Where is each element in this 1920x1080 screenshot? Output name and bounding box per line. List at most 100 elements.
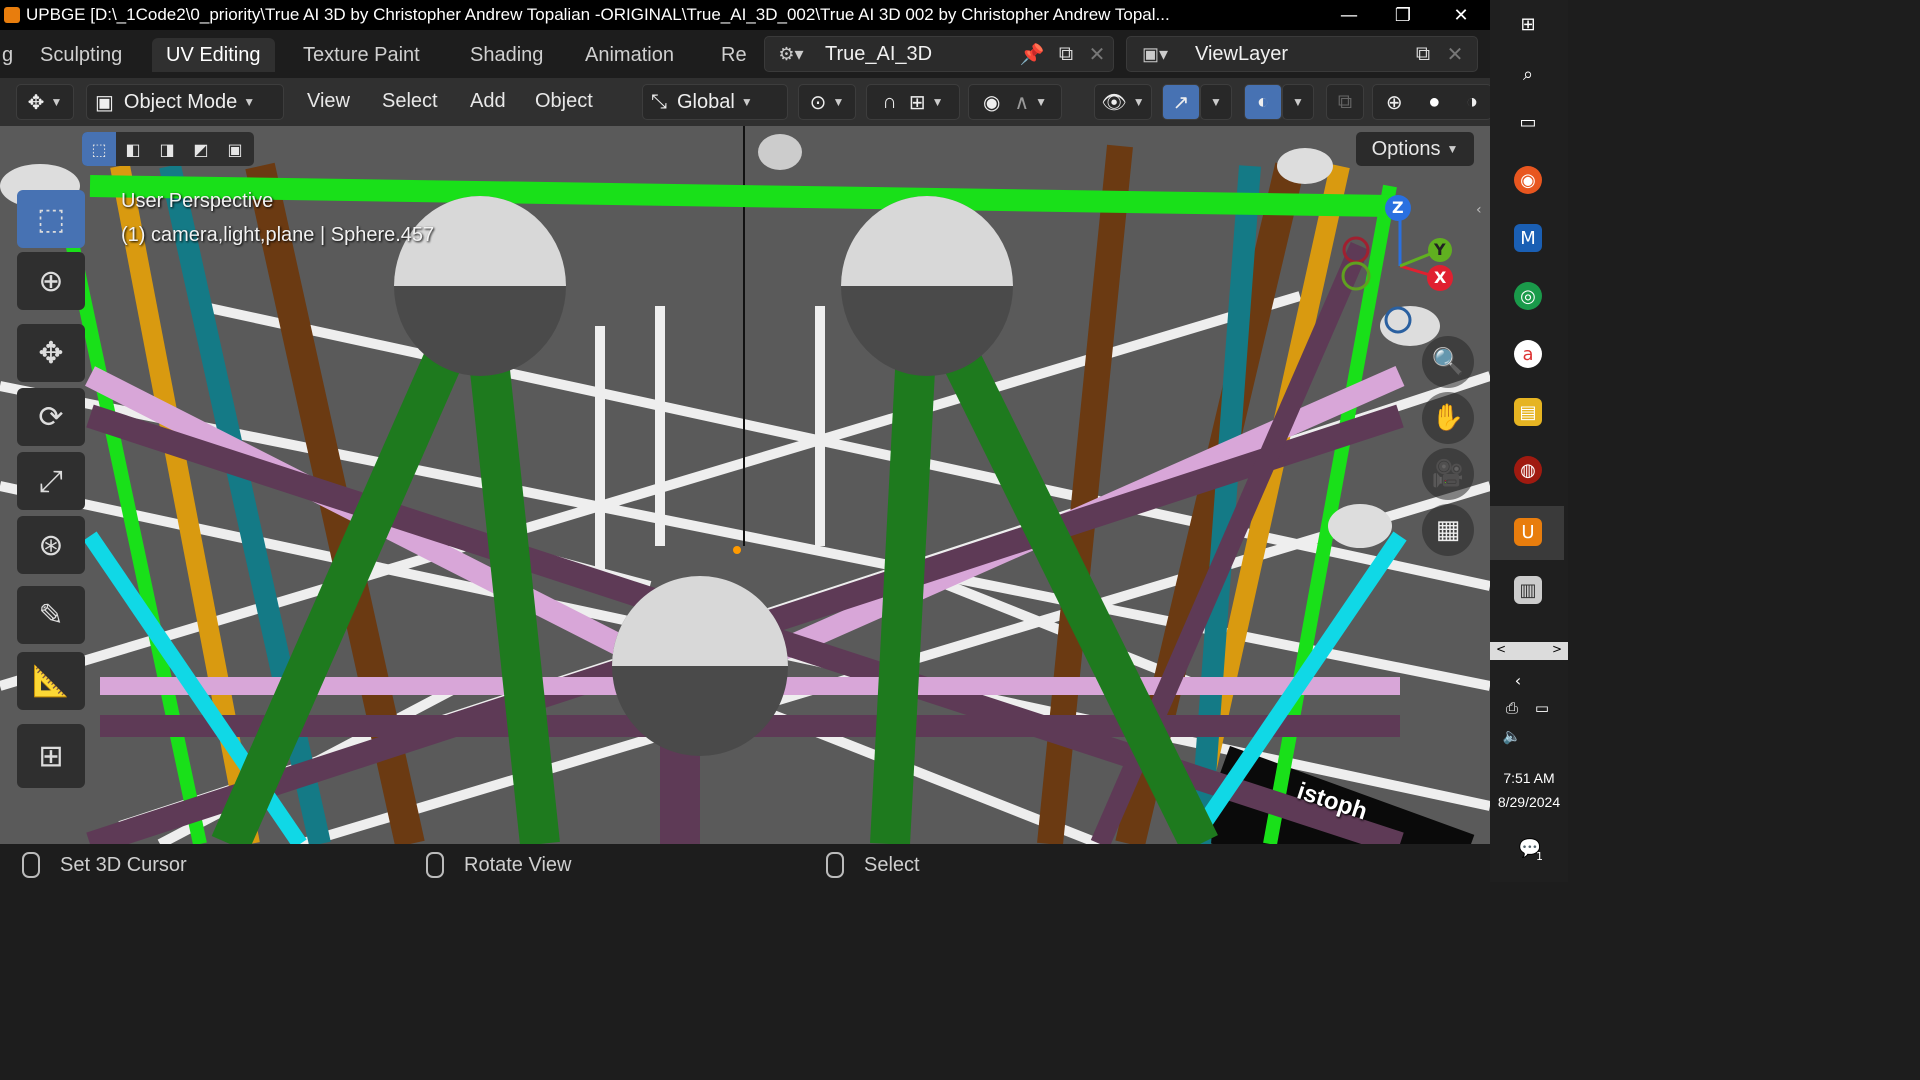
proportional-edit-dropdown[interactable]: ◉ ∧ ▼ (968, 84, 1062, 120)
viewlayer-icon: ▣▾ (1141, 43, 1169, 64)
move-tool[interactable]: ✥ (17, 324, 85, 382)
browser-icon[interactable]: ◎ (1514, 282, 1542, 310)
windows-start-icon[interactable]: ⊞ (1514, 10, 1542, 38)
xray-icon: ⧉ (1337, 90, 1353, 113)
crosshair-icon: ⊕ (38, 263, 64, 299)
shading-modes: ⊕ ● ◑ (1372, 84, 1492, 120)
tab-texture-paint[interactable]: Texture Paint (289, 38, 434, 72)
snap-dropdown[interactable]: ∩ ⊞ ▼ (866, 84, 960, 120)
close-button[interactable]: ✕ (1438, 0, 1484, 30)
gizmo-dropdown[interactable]: ▼ (1200, 84, 1232, 120)
chevron-down-icon: ▼ (1132, 95, 1145, 109)
menu-view[interactable]: View (299, 84, 358, 118)
taskbar-scrollbar[interactable]: < > (1490, 642, 1568, 660)
clock-date[interactable]: 8/29/2024 (1490, 794, 1568, 810)
axis-z-label: Z (1392, 198, 1404, 217)
monitor-app-icon[interactable]: ▥ (1514, 576, 1542, 604)
select-extend-icon[interactable]: ◧ (116, 132, 150, 166)
wireframe-shading-icon[interactable]: ⊕ (1386, 90, 1403, 115)
game-app-icon[interactable]: ◍ (1514, 456, 1542, 484)
orientation-dropdown[interactable]: ⤡ Global ▼ (642, 84, 788, 120)
viewlayer-selector[interactable]: ▣▾ ViewLayer ⧉ ✕ (1126, 36, 1478, 72)
falloff-icon: ∧ (1014, 91, 1030, 114)
axis-y-label: Y (1434, 240, 1446, 259)
viewlayer-name[interactable]: ViewLayer (1195, 43, 1405, 66)
options-dropdown[interactable]: Options ▼ (1356, 132, 1474, 166)
transform-tool[interactable]: ⊛ (17, 516, 85, 574)
delete-scene-icon[interactable]: ✕ (1083, 42, 1111, 67)
select-new-icon[interactable]: ⬚ (82, 132, 116, 166)
pencil-icon: ✎ (38, 597, 64, 633)
pivot-icon: ⊙ (809, 91, 827, 114)
rotate-tool[interactable]: ⟳ (17, 388, 85, 446)
scroll-left-icon[interactable]: < (1496, 642, 1506, 660)
toggle-ortho-button[interactable]: ▦ (1422, 504, 1474, 556)
slides-icon[interactable]: ▤ (1514, 398, 1542, 426)
tab-animation[interactable]: Animation (571, 38, 688, 72)
visibility-dropdown[interactable]: 👁 ▼ (1094, 84, 1152, 120)
search-icon[interactable]: ⌕ (1514, 60, 1542, 88)
gizmo-toggle[interactable]: ↗ (1162, 84, 1200, 120)
material-shading-icon[interactable]: ◑ (1466, 91, 1478, 114)
status-select: Select (864, 853, 920, 876)
hand-icon: ✋ (1431, 403, 1465, 433)
select-subtract-icon[interactable]: ◨ (150, 132, 184, 166)
sidebar-toggle-icon[interactable]: ‹ (1476, 202, 1482, 218)
editor-type-dropdown[interactable]: ✥ ▼ (16, 84, 74, 120)
select-intersect-icon[interactable]: ▣ (218, 132, 252, 166)
zoom-button[interactable]: 🔍 (1422, 336, 1474, 388)
scale-tool[interactable]: ⤢ (17, 452, 85, 510)
pivot-dropdown[interactable]: ⊙ ▼ (798, 84, 856, 120)
magnet-icon[interactable]: ∩ (882, 91, 896, 114)
restore-button[interactable]: ❐ (1380, 0, 1426, 30)
scene-name[interactable]: True_AI_3D (825, 43, 1015, 66)
minimize-button[interactable]: — (1326, 0, 1372, 30)
chevron-down-icon: ▼ (243, 95, 256, 109)
overlays-dropdown[interactable]: ▼ (1282, 84, 1314, 120)
camera-view-button[interactable]: 🎥 (1422, 448, 1474, 500)
menu-object[interactable]: Object (527, 84, 601, 118)
overlays-icon: ◐ (1256, 90, 1270, 113)
firefox-icon[interactable]: ◉ (1514, 166, 1542, 194)
measure-tool[interactable]: 📐 (17, 652, 85, 710)
tab-rendering[interactable]: Re (707, 38, 761, 72)
tab-shading[interactable]: Shading (456, 38, 557, 72)
scene-selector[interactable]: ⚙▾ True_AI_3D 📌 ⧉ ✕ (764, 36, 1114, 72)
show-hidden-icons[interactable]: ‹ (1504, 666, 1532, 694)
task-view-icon[interactable]: ▭ (1514, 108, 1542, 136)
pin-icon[interactable]: 📌 (1015, 42, 1049, 67)
xray-toggle[interactable]: ⧉ (1326, 84, 1364, 120)
scroll-right-icon[interactable]: > (1552, 642, 1562, 660)
select-invert-icon[interactable]: ◩ (184, 132, 218, 166)
mode-dropdown[interactable]: ▣ Object Mode ▼ (86, 84, 284, 120)
snap-increment-icon: ⊞ (908, 91, 926, 114)
transform-orientation-icon: ⤡ (651, 90, 667, 113)
add-cube-tool[interactable]: ⊞ (17, 724, 85, 788)
annotate-tool[interactable]: ✎ (17, 586, 85, 644)
delete-viewlayer-icon[interactable]: ✕ (1441, 42, 1469, 67)
overlays-toggle[interactable]: ◐ (1244, 84, 1282, 120)
display-icon[interactable]: ▭ (1528, 694, 1556, 722)
tab-uv-editing[interactable]: UV Editing (152, 38, 275, 72)
menu-add[interactable]: Add (462, 84, 514, 118)
select-box-tool[interactable]: ⬚ (17, 190, 85, 248)
volume-icon[interactable]: 🔈 (1498, 722, 1526, 750)
duplicate-scene-icon[interactable]: ⧉ (1049, 43, 1083, 66)
menu-select[interactable]: Select (374, 84, 446, 118)
clock-time[interactable]: 7:51 AM (1490, 770, 1568, 786)
upbge-taskbar-icon[interactable]: U (1514, 518, 1542, 546)
chevron-down-icon: ▼ (832, 95, 845, 109)
network-icon[interactable]: ⎙ (1498, 694, 1526, 722)
tab-cut-left[interactable]: g (0, 38, 27, 72)
axis-x-label: X (1434, 268, 1447, 287)
chevron-down-icon: ▼ (1035, 95, 1047, 109)
duplicate-viewlayer-icon[interactable]: ⧉ (1405, 43, 1441, 66)
maxthon-icon[interactable]: M (1514, 224, 1542, 252)
proportional-edit-icon[interactable]: ◉ (983, 90, 1000, 115)
tab-sculpting[interactable]: Sculpting (26, 38, 136, 72)
cursor-tool[interactable]: ⊕ (17, 252, 85, 310)
app-a-icon[interactable]: a (1514, 340, 1542, 368)
3d-viewport[interactable]: Z X Y istoph User Perspective (1) camera… (0, 126, 1490, 844)
solid-shading-icon[interactable]: ● (1428, 91, 1440, 114)
pan-button[interactable]: ✋ (1422, 392, 1474, 444)
